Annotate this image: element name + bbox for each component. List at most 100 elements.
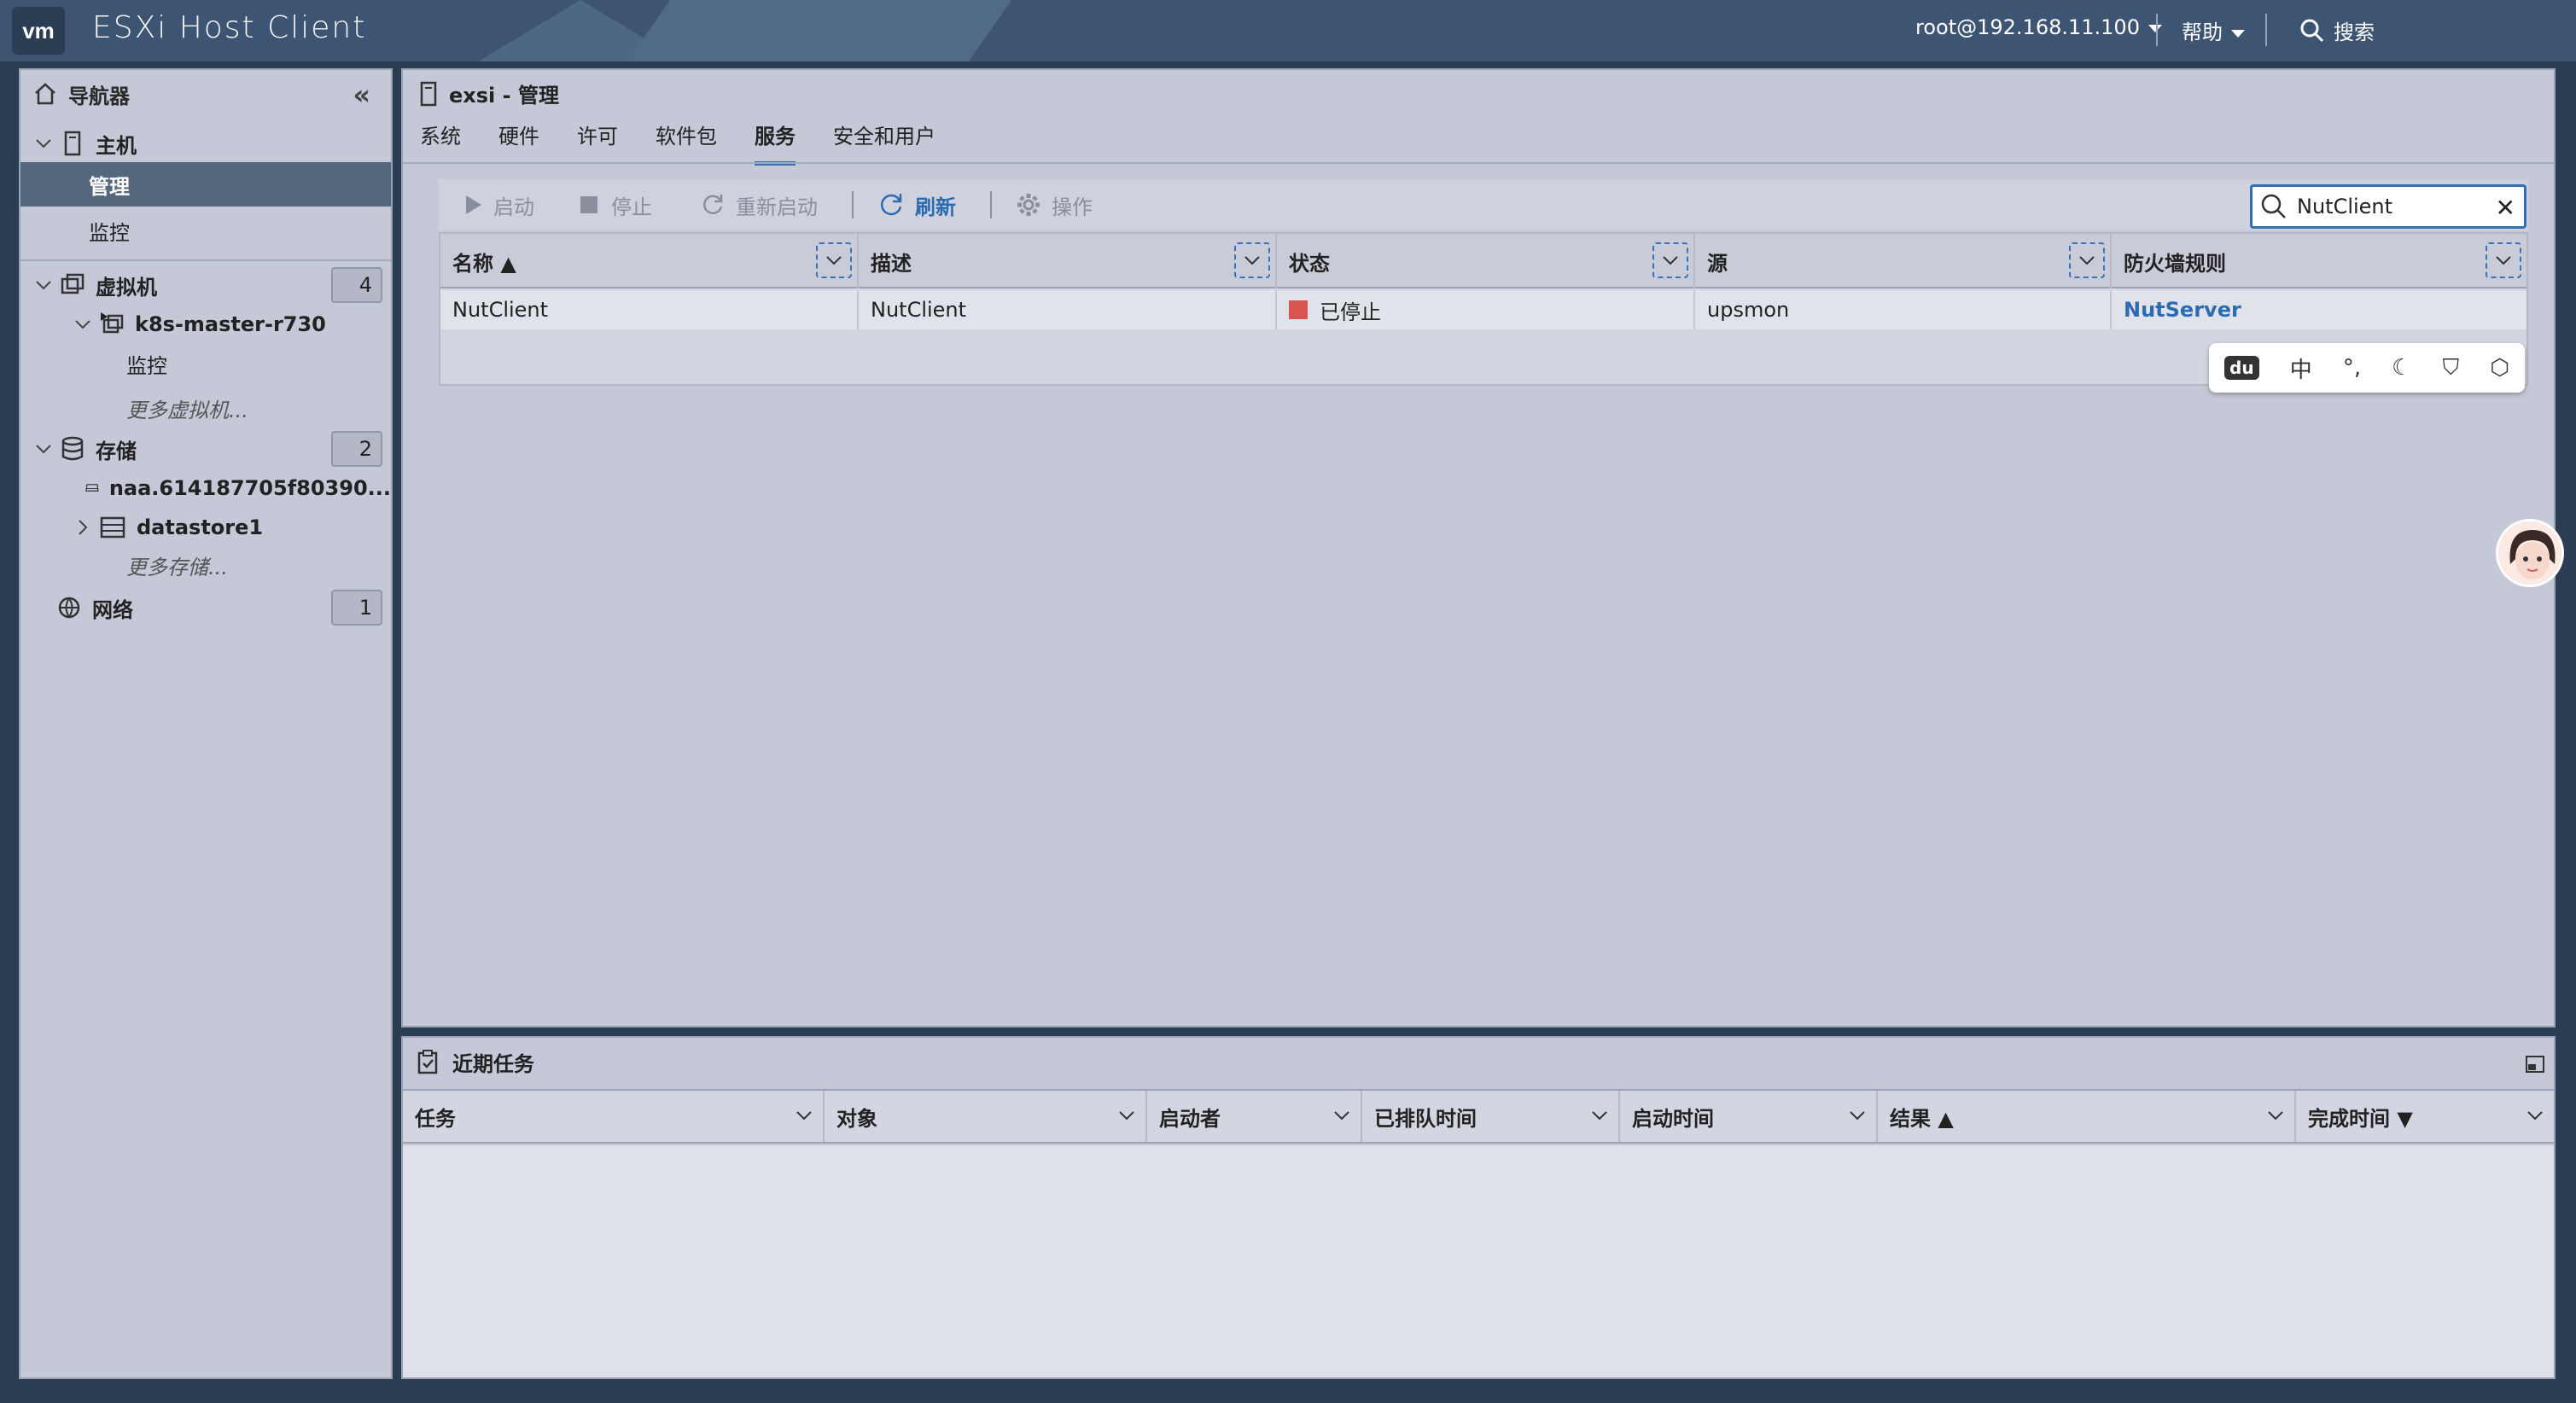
restart-icon [703, 195, 723, 215]
nav-host[interactable]: 主机 [20, 121, 391, 166]
nav-more-storage[interactable]: 更多存储... [20, 543, 391, 587]
ime-logo-icon[interactable]: du [2224, 356, 2259, 380]
datastore-icon [100, 516, 125, 538]
chevron-down-icon[interactable] [796, 1109, 813, 1121]
ime-punctuation-toggle[interactable]: °, [2343, 355, 2361, 381]
nav-item-manage[interactable]: 管理 [20, 162, 391, 207]
chevron-down-icon[interactable] [1591, 1109, 1608, 1121]
nav-storage-label: 存储 [96, 439, 137, 463]
global-search[interactable]: 搜索 [2299, 15, 2375, 45]
divider [852, 191, 854, 218]
moon-icon[interactable]: ☾ [2392, 355, 2411, 381]
minimize-panel-icon[interactable] [2525, 1055, 2545, 1074]
chevron-down-icon[interactable] [1333, 1109, 1350, 1121]
help-menu[interactable]: 帮助 [2182, 15, 2245, 45]
chevron-down-icon[interactable] [73, 315, 92, 334]
cell-name: NutClient [440, 290, 859, 329]
nav-more-vms[interactable]: 更多虚拟机... [20, 386, 391, 430]
tab-system[interactable]: 系统 [420, 119, 461, 166]
column-label: 启动者 [1159, 1106, 1221, 1131]
column-label: 任务 [415, 1106, 456, 1131]
tasks-table-body [403, 1145, 2554, 1377]
column-label: 描述 [871, 251, 912, 276]
ime-language-toggle[interactable]: 中 [2290, 352, 2312, 384]
firewall-rule-link[interactable]: NutServer [2112, 290, 2526, 329]
home-icon [35, 83, 55, 105]
cell-source: upsmon [1695, 290, 2112, 329]
column-header-source[interactable]: 源 [1695, 234, 2112, 288]
network-icon [58, 597, 80, 619]
column-header-status[interactable]: 状态 [1277, 234, 1695, 288]
restart-button[interactable]: 重新启动 [700, 190, 818, 220]
nav-host-label: 主机 [96, 133, 137, 158]
services-toolbar: 启动 停止 重新启动 刷新 操作 [439, 179, 2528, 230]
vm-count-badge: 4 [331, 267, 382, 303]
chevron-down-icon[interactable] [34, 276, 53, 294]
chevron-right-icon[interactable] [73, 518, 92, 537]
chevron-down-icon[interactable] [34, 440, 53, 458]
tasks-table-header: 任务 对象 启动者 已排队时间 启动时间 结果 ▲ 完成时间 ▼ [403, 1089, 2554, 1144]
nav-vm-k8s[interactable]: k8s-master-r730 [20, 302, 391, 346]
page-title-text: exsi - 管理 [449, 84, 559, 108]
actions-button[interactable]: 操作 [1016, 190, 1093, 220]
column-menu-icon[interactable] [1652, 242, 1688, 278]
divider [2156, 14, 2158, 46]
column-header-firewall[interactable]: 防火墙规则 [2112, 234, 2526, 288]
nav-network[interactable]: 网络 1 [20, 585, 391, 630]
stop-label: 停止 [611, 195, 652, 219]
search-input[interactable]: NutClient [2297, 195, 2392, 218]
chevron-down-icon[interactable] [34, 134, 53, 153]
chevron-down-icon[interactable] [2267, 1109, 2284, 1121]
clear-search-icon[interactable]: ✕ [2496, 194, 2515, 222]
column-header-description[interactable]: 描述 [859, 234, 1277, 288]
tab-packages[interactable]: 软件包 [656, 119, 717, 166]
nav-vms[interactable]: 虚拟机 4 [20, 263, 391, 307]
column-menu-icon[interactable] [1234, 242, 1270, 278]
search-icon [2300, 19, 2324, 42]
column-header-result[interactable]: 结果 ▲ [1878, 1091, 2296, 1142]
column-label: 对象 [836, 1106, 877, 1131]
column-menu-icon[interactable] [816, 242, 852, 278]
column-header-initiator[interactable]: 启动者 [1147, 1091, 1362, 1142]
user-menu[interactable]: root@192.168.11.100 [1915, 15, 2162, 39]
cell-description: NutClient [859, 290, 1277, 329]
column-header-started[interactable]: 启动时间 [1620, 1091, 1878, 1142]
nav-storage[interactable]: 存储 2 [20, 427, 391, 471]
assistant-avatar[interactable] [2496, 519, 2564, 587]
column-menu-icon[interactable] [2069, 242, 2105, 278]
column-header-name[interactable]: 名称 ▲ [440, 234, 859, 288]
collapse-icon[interactable]: « [353, 79, 370, 111]
divider [990, 191, 992, 218]
services-search[interactable]: NutClient ✕ [2250, 184, 2526, 229]
settings-icon[interactable]: ⬡ [2490, 355, 2509, 381]
nav-vm-monitor[interactable]: 监控 [20, 341, 391, 386]
chevron-down-icon[interactable] [1849, 1109, 1866, 1121]
tab-hardware[interactable]: 硬件 [498, 119, 539, 166]
ime-toolbar: du 中 °, ☾ ⛉ ⬡ [2209, 343, 2525, 393]
column-menu-icon[interactable] [2486, 242, 2521, 278]
start-button[interactable]: 启动 [463, 190, 534, 220]
nav-item-label: 管理 [89, 174, 130, 199]
ime-skin-icon[interactable]: ⛉ [2443, 355, 2460, 381]
chevron-down-icon [2148, 24, 2162, 32]
stop-button[interactable]: 停止 [579, 190, 652, 220]
host-icon [64, 131, 81, 156]
tab-licensing[interactable]: 许可 [577, 119, 618, 166]
nav-storage-device[interactable]: naa.614187705f80390... [20, 466, 391, 510]
chevron-down-icon[interactable] [2526, 1109, 2544, 1121]
chevron-down-icon[interactable] [1118, 1109, 1135, 1121]
recent-tasks-header: 近期任务 [403, 1038, 2554, 1086]
refresh-button[interactable]: 刷新 [877, 190, 956, 220]
status-text: 已停止 [1320, 300, 1381, 324]
tab-services[interactable]: 服务 [755, 119, 796, 166]
search-icon [2261, 194, 2286, 218]
column-header-task[interactable]: 任务 [403, 1091, 825, 1142]
tab-security-users[interactable]: 安全和用户 [833, 119, 935, 166]
column-header-target[interactable]: 对象 [825, 1091, 1147, 1142]
header-decoration [627, 0, 1012, 61]
column-header-completed[interactable]: 完成时间 ▼ [2296, 1091, 2554, 1142]
nav-item-monitor[interactable]: 监控 [20, 208, 391, 253]
column-header-queued[interactable]: 已排队时间 [1362, 1091, 1620, 1142]
column-label: 防火墙规则 [2124, 251, 2226, 276]
nav-network-label: 网络 [92, 597, 133, 622]
